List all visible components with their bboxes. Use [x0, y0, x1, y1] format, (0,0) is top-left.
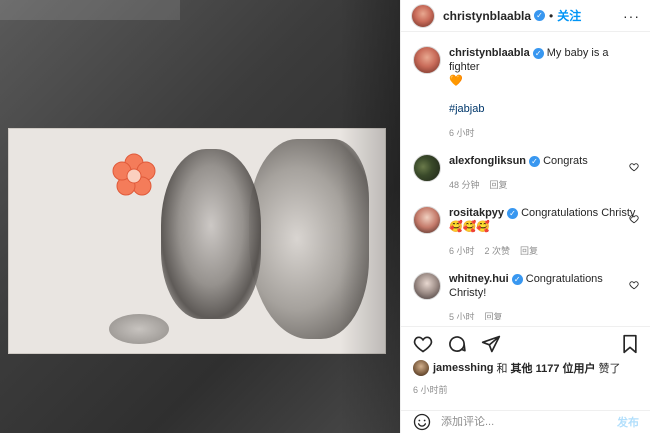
bookmark-icon[interactable] [621, 334, 639, 354]
verified-badge-icon: ✓ [529, 155, 541, 167]
likes-connector: 和 [496, 363, 508, 375]
flower-sticker-icon [112, 153, 156, 196]
verified-badge-icon: ✓ [532, 47, 544, 59]
commenter-avatar[interactable] [413, 154, 441, 182]
author-avatar[interactable] [413, 46, 441, 74]
comment-item: alexfongliksun ✓ Congrats 48 分钟 回复 [413, 154, 639, 192]
photo-glare [0, 0, 180, 20]
author-avatar[interactable] [411, 3, 435, 28]
comment-likes[interactable]: 2 次赞 [485, 244, 511, 258]
caption-emoji: 🧡 [449, 75, 463, 87]
caption-username[interactable]: christynblaabla [449, 47, 530, 59]
liker-avatar[interactable] [413, 360, 429, 376]
comment-time: 48 分钟 [449, 180, 480, 190]
action-bar [401, 326, 650, 354]
likes-others-link[interactable]: 其他 1177 位用户 [511, 360, 596, 376]
photo-shadow [340, 0, 400, 433]
verified-badge-icon: ✓ [534, 10, 546, 21]
caption-time: 6 小时 [449, 128, 475, 138]
smile-icon[interactable] [413, 413, 431, 431]
hashtag-link[interactable]: #jabjab [449, 103, 484, 115]
comment-username[interactable]: alexfongliksun [449, 155, 526, 167]
add-comment-bar: 发布 [401, 410, 650, 433]
post-header: christynblaabla ✓ • 关注 ··· [401, 0, 650, 32]
share-icon[interactable] [481, 334, 501, 354]
ultrasound-shape [109, 314, 169, 344]
comment-item: whitney.hui ✓ Congratulations Christy! 5 … [413, 272, 639, 320]
comment-meta: 6 小时 2 次赞 回复 [449, 244, 639, 258]
caption-meta: 6 小时 [449, 126, 639, 140]
comment-input[interactable] [441, 416, 607, 428]
publish-button[interactable]: 发布 [617, 414, 639, 430]
verified-badge-icon: ✓ [507, 207, 519, 219]
like-icon[interactable] [413, 334, 433, 354]
more-options-icon[interactable]: ··· [623, 8, 640, 24]
comment-time: 6 小时 [449, 246, 475, 256]
heart-icon[interactable] [629, 214, 639, 224]
comment-item: rositakpyy ✓ Congratulations Christy 🥰🥰🥰 … [413, 206, 639, 258]
post-side-panel: christynblaabla ✓ • 关注 ··· christynblaab… [400, 0, 650, 433]
likes-summary: jamesshing 和 其他 1177 位用户 赞了 [413, 360, 621, 376]
separator-dot: • [549, 8, 554, 23]
comment-meta: 48 分钟 回复 [449, 178, 639, 192]
ultrasound-baby [161, 149, 261, 319]
reply-button[interactable]: 回复 [485, 310, 503, 320]
ultrasound-print [8, 128, 386, 354]
commenter-avatar[interactable] [413, 206, 441, 234]
comment-time: 5 小时 [449, 312, 475, 320]
heart-icon[interactable] [629, 280, 639, 290]
post-timestamp[interactable]: 6 小时前 [413, 383, 448, 396]
verified-badge-icon: ✓ [511, 273, 523, 285]
author-username[interactable]: christynblaabla [443, 9, 531, 23]
follow-button[interactable]: 关注 [557, 7, 581, 24]
post-image[interactable] [0, 0, 400, 433]
comment-text: Congrats [543, 155, 588, 167]
reply-button[interactable]: 回复 [520, 244, 538, 258]
reply-button[interactable]: 回复 [490, 178, 508, 192]
heart-icon[interactable] [629, 162, 639, 172]
comments-list[interactable]: christynblaabla ✓ My baby is a fighter 🧡 … [401, 40, 650, 320]
caption: christynblaabla ✓ My baby is a fighter 🧡 … [413, 46, 639, 140]
likes-suffix: 赞了 [598, 363, 621, 375]
comment-username[interactable]: rositakpyy [449, 207, 504, 219]
comment-username[interactable]: whitney.hui [449, 273, 509, 285]
comment-icon[interactable] [447, 334, 467, 354]
liker-username[interactable]: jamesshing [433, 362, 494, 374]
commenter-avatar[interactable] [413, 272, 441, 300]
comment-meta: 5 小时 回复 [449, 310, 639, 320]
